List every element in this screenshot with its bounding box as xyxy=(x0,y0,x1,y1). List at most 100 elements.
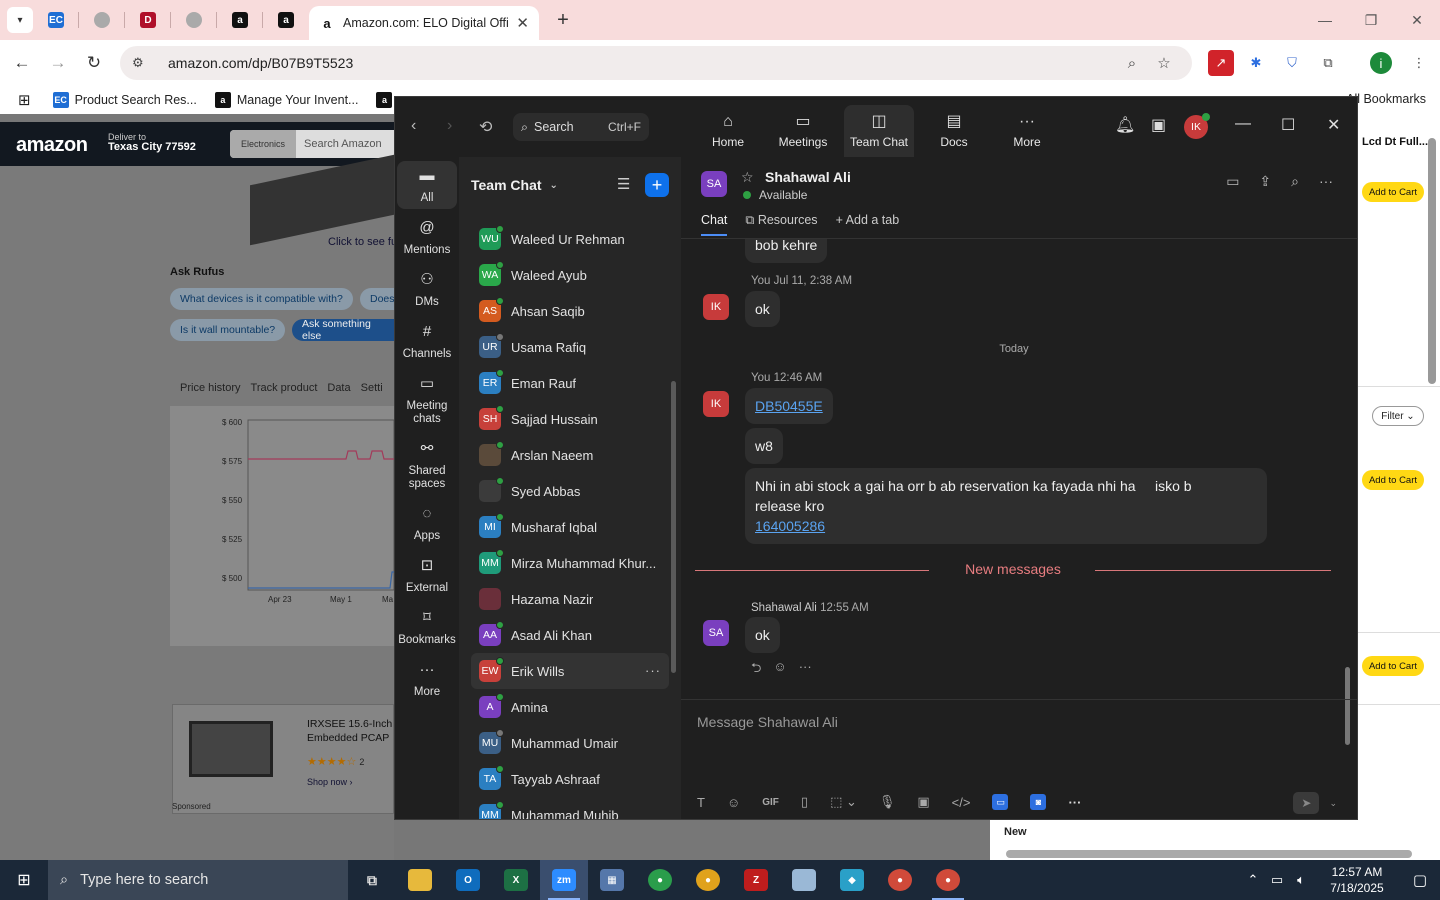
message-bubble[interactable]: Nhi in abi stock a gai ha orr b ab reser… xyxy=(745,468,1267,544)
windows-start-icon[interactable]: ⊞ xyxy=(0,860,48,900)
contact-item[interactable]: EW Erik Wills ··· xyxy=(471,653,669,689)
contact-item[interactable]: AA Asad Ali Khan xyxy=(459,617,681,653)
tab-dell[interactable]: D xyxy=(125,0,171,40)
contact-more-icon[interactable]: ··· xyxy=(645,663,661,678)
reply-icon[interactable]: ⮌ xyxy=(751,659,761,681)
apps-grid-icon[interactable]: ⊞ xyxy=(18,91,31,109)
tab-settings[interactable]: Setti xyxy=(361,382,383,394)
click-to-see-text[interactable]: Click to see fu xyxy=(328,236,397,248)
deliver-to[interactable]: Deliver to Texas City 77592 xyxy=(108,132,196,153)
rail-more[interactable]: ··· More xyxy=(397,662,457,699)
new-chat-button[interactable]: + xyxy=(645,173,669,197)
tab-amazon-1[interactable]: a xyxy=(217,0,263,40)
tab-track-product[interactable]: Track product xyxy=(251,382,318,394)
task-view-icon[interactable]: ⧉ xyxy=(348,860,396,900)
site-info-icon[interactable]: ⚙ xyxy=(132,55,156,71)
address-bar[interactable]: ⚙ amazon.com/dp/B07B9T5523 ⌕ ☆ xyxy=(120,46,1192,80)
more-actions-icon[interactable]: ··· xyxy=(799,659,812,681)
chrome-profile-icon[interactable]: ● xyxy=(924,860,972,900)
forward-arrow-icon[interactable]: › xyxy=(447,117,452,135)
back-icon[interactable]: ← xyxy=(4,45,40,81)
contact-list-scrollbar[interactable] xyxy=(671,381,676,673)
rail-bookmarks[interactable]: ⌑ Bookmarks xyxy=(397,610,457,647)
contact-item[interactable]: MI Musharaf Iqbal xyxy=(459,509,681,545)
screenshot-icon[interactable]: ⬚ ⌄ xyxy=(830,794,857,810)
nav-home[interactable]: ⌂ Home xyxy=(693,105,763,157)
bookmark-star-icon[interactable]: ☆ xyxy=(1148,54,1180,72)
zoom-app-icon[interactable]: zm xyxy=(540,860,588,900)
message-bubble[interactable]: w8 xyxy=(745,428,783,464)
rufus-question[interactable]: Does xyxy=(360,288,394,310)
taskbar-search[interactable]: ⌕ Type here to search xyxy=(48,860,348,900)
rail-external[interactable]: ⊡ External xyxy=(397,558,457,595)
more-icon[interactable]: ··· xyxy=(1068,795,1081,810)
rail-apps[interactable]: ◌ Apps xyxy=(397,506,457,543)
rail-meeting-chats[interactable]: ▭ Meeting chats xyxy=(397,376,457,426)
amazon-logo[interactable]: amazon xyxy=(16,134,88,157)
horizontal-scrollbar[interactable] xyxy=(1006,850,1412,858)
chrome-icon[interactable]: ● xyxy=(636,860,684,900)
tab-amazon-2[interactable]: a xyxy=(263,0,309,40)
tab-search-menu-icon[interactable]: ▾ xyxy=(7,7,33,33)
filter-icon[interactable]: ☰ xyxy=(617,175,630,193)
right-product-title[interactable]: Lcd Dt Full... xyxy=(1362,136,1428,148)
format-text-icon[interactable]: T xyxy=(697,795,705,810)
forward-icon[interactable]: → xyxy=(40,45,76,81)
code-icon[interactable]: </> xyxy=(952,795,971,810)
video-message-icon[interactable]: ▣ xyxy=(917,794,929,810)
contact-item[interactable]: MM Mirza Muhammad Khur... xyxy=(459,545,681,581)
contact-item[interactable]: WU Waleed Ur Rehman xyxy=(459,221,681,257)
message-bubble[interactable]: ok xyxy=(745,617,780,653)
emoji-reaction-icon[interactable]: ☺ xyxy=(773,659,786,681)
my-avatar[interactable]: IK xyxy=(1184,113,1210,139)
chevron-up-icon[interactable]: ⌃ xyxy=(1242,872,1264,888)
rail-channels[interactable]: # Channels xyxy=(397,324,457,361)
tab-blank-2[interactable] xyxy=(171,0,217,40)
rail-all[interactable]: ▬ All xyxy=(397,161,457,209)
back-arrow-icon[interactable]: ‹ xyxy=(411,117,416,135)
filter-button[interactable]: Filter ⌄ xyxy=(1372,406,1424,426)
message-link[interactable]: 164005286 xyxy=(755,518,825,534)
history-icon[interactable]: ⟲ xyxy=(479,117,492,137)
search-input[interactable]: Search Amazon xyxy=(304,138,382,150)
contact-item[interactable]: SH Sajjad Hussain xyxy=(459,401,681,437)
price-history-chart[interactable]: $ 600 $ 575 $ 550 $ 525 $ 500 Apr 23 May… xyxy=(170,406,395,646)
minimize-icon[interactable]: — xyxy=(1235,115,1251,133)
app-diamond-icon[interactable]: ◆ xyxy=(828,860,876,900)
more-options-icon[interactable]: ··· xyxy=(1319,173,1333,190)
add-to-cart-button[interactable]: Add to Cart xyxy=(1362,656,1424,676)
search-category[interactable]: Electronics xyxy=(230,130,296,158)
calculator-icon[interactable]: ▦ xyxy=(588,860,636,900)
nav-team-chat[interactable]: ◫ Team Chat xyxy=(844,105,914,157)
excel-icon[interactable]: X xyxy=(492,860,540,900)
tab-ec[interactable]: EC xyxy=(33,0,79,40)
maximize-icon[interactable]: ☐ xyxy=(1281,115,1295,135)
close-tab-icon[interactable]: ✕ xyxy=(516,14,529,32)
contact-item[interactable]: ER Eman Rauf xyxy=(459,365,681,401)
tab-chat[interactable]: Chat xyxy=(701,213,728,236)
bell-icon[interactable]: 🔔︎ xyxy=(1115,115,1135,135)
notifications-icon[interactable]: ▢ xyxy=(1400,871,1440,889)
tab-add[interactable]: + Add a tab xyxy=(836,213,900,236)
contact-item[interactable]: WA Waleed Ayub xyxy=(459,257,681,293)
contact-item[interactable]: AS Ahsan Saqib xyxy=(459,293,681,329)
whiteboard-icon[interactable]: ▣ xyxy=(1151,115,1166,135)
add-to-cart-button[interactable]: Add to Cart xyxy=(1362,182,1424,202)
file-explorer-icon[interactable] xyxy=(396,860,444,900)
rufus-ask-button[interactable]: Ask something else xyxy=(292,319,394,341)
chrome-icon[interactable]: ● xyxy=(684,860,732,900)
rail-shared-spaces[interactable]: ⚯ Shared spaces xyxy=(397,441,457,491)
rufus-question[interactable]: Is it wall mountable? xyxy=(170,319,286,341)
file-icon[interactable]: ▯ xyxy=(801,794,808,810)
sponsored-product-title[interactable]: IRXSEE 15.6-Inch Embedded PCAP xyxy=(307,717,392,745)
share-screen-icon[interactable]: ⇪ xyxy=(1259,173,1271,190)
peer-name[interactable]: Shahawal Ali xyxy=(765,169,851,185)
all-bookmarks[interactable]: All Bookmarks xyxy=(1346,92,1426,106)
rufus-question[interactable]: What devices is it compatible with? xyxy=(170,288,353,310)
message-bubble[interactable]: DB50455E xyxy=(745,388,833,424)
chrome-profile-icon[interactable]: ● xyxy=(876,860,924,900)
bookmark-amazon[interactable]: a xyxy=(376,92,393,108)
notes-app-icon[interactable] xyxy=(780,860,828,900)
sponsored-product[interactable]: IRXSEE 15.6-Inch Embedded PCAP ★★★★☆ 2 S… xyxy=(172,704,394,814)
video-call-icon[interactable]: ▭ xyxy=(1226,173,1239,190)
